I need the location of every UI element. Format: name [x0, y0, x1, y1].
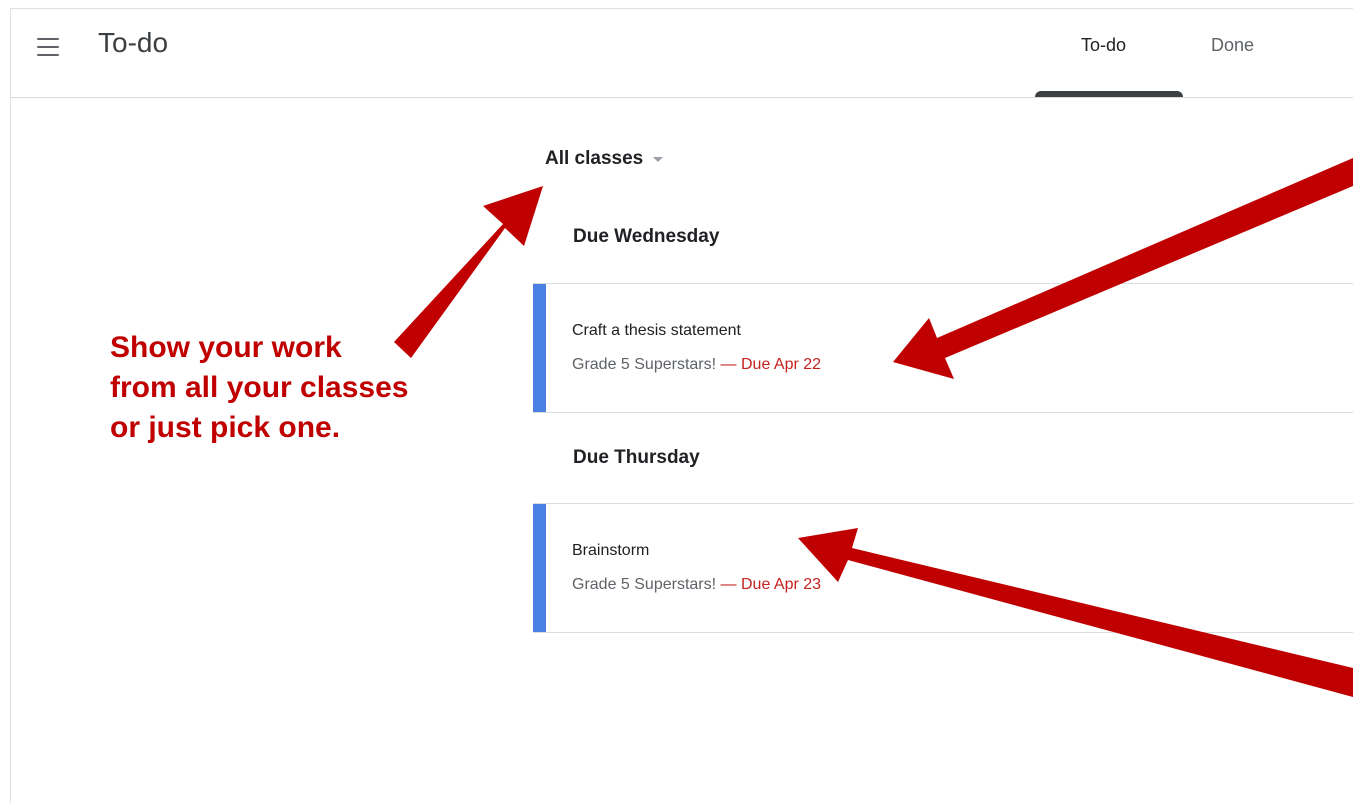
tab-done[interactable]: Done	[1211, 35, 1254, 56]
due-date: Due Apr 22	[740, 356, 822, 373]
assignment-card[interactable]: Brainstorm Grade 5 Superstars! — Due Apr…	[533, 503, 1353, 633]
class-filter-label: All classes	[545, 148, 644, 169]
card-accent-bar	[533, 504, 546, 632]
class-name: Grade 5 Superstars!	[572, 356, 717, 373]
selected-tab-indicator	[1035, 91, 1183, 97]
class-name: Grade 5 Superstars!	[572, 576, 717, 593]
card-accent-bar	[533, 284, 546, 412]
assignment-card[interactable]: Craft a thesis statement Grade 5 Superst…	[533, 283, 1353, 413]
class-filter-dropdown[interactable]: All classes	[545, 148, 664, 170]
assignment-title: Craft a thesis statement	[572, 322, 741, 339]
tab-to-do[interactable]: To-do	[1081, 35, 1126, 56]
annotation-callout-text: Show your work from all your classes or …	[110, 331, 409, 444]
assignment-title: Brainstorm	[572, 542, 650, 559]
hamburger-menu-icon[interactable]	[37, 38, 59, 56]
assignment-meta: Grade 5 Superstars! — Due Apr 22	[572, 356, 821, 374]
due-date: Due Apr 23	[740, 576, 822, 593]
group-heading-due-wednesday: Due Wednesday	[573, 226, 720, 247]
page-title: To-do	[98, 27, 169, 58]
meta-separator: —	[720, 356, 737, 373]
group-heading-due-thursday: Due Thursday	[573, 447, 700, 468]
caret-down-icon	[653, 156, 664, 162]
assignment-meta: Grade 5 Superstars! — Due Apr 23	[572, 576, 821, 594]
meta-separator: —	[720, 576, 737, 593]
top-app-bar: To-do To-do Done	[11, 9, 1353, 98]
